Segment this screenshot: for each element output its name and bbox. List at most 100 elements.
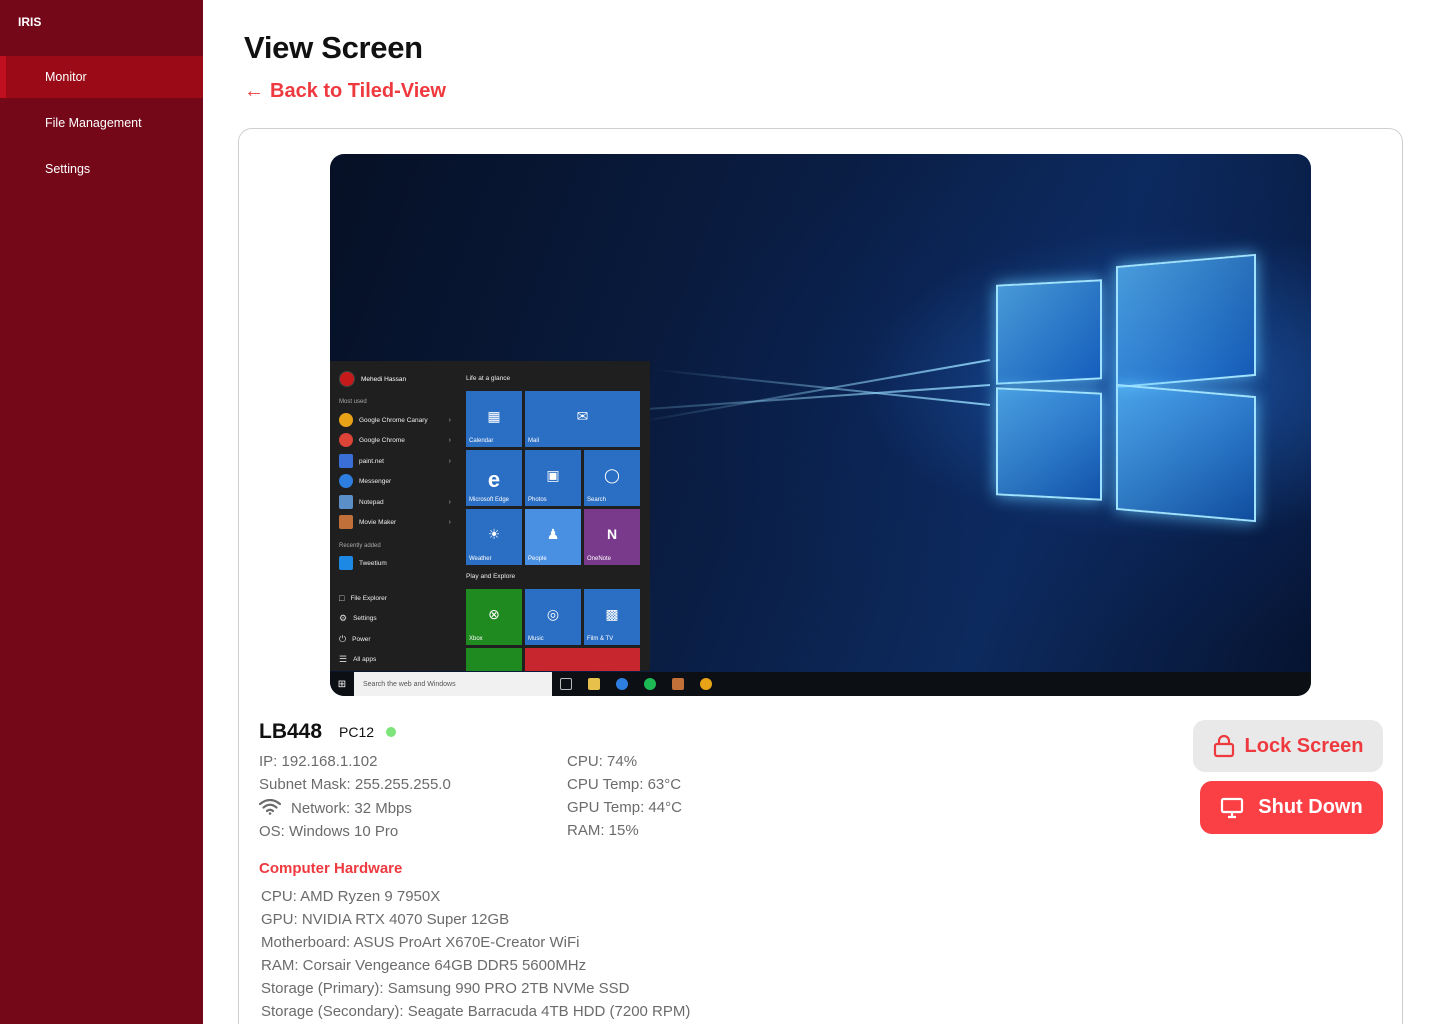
arrow-left-icon: ← — [244, 80, 264, 102]
tweetium-icon — [339, 556, 353, 570]
device-label: PC12 — [339, 724, 375, 740]
chrome-icon — [339, 433, 353, 447]
sidebar-item-label: File Management — [45, 116, 142, 130]
start-item: Notepad › — [339, 495, 451, 509]
start-item: ⚙ Settings — [339, 613, 377, 623]
sidebar-item-monitor[interactable]: Monitor — [0, 56, 203, 98]
start-item: ☰ All apps — [339, 654, 377, 664]
start-item: Google Chrome › — [339, 433, 451, 447]
start-item: □ File Explorer — [339, 593, 387, 603]
chrome-canary-icon — [339, 413, 353, 427]
photos-icon: ▣ — [546, 466, 560, 483]
sidebar-item-file-management[interactable]: File Management — [0, 102, 203, 144]
sidebar-item-label: Monitor — [45, 70, 87, 84]
tile-onenote: N OneNote — [584, 509, 640, 565]
edge-icon: e — [487, 466, 501, 492]
back-to-tiled-view-link[interactable]: ← Back to Tiled-View — [244, 80, 446, 103]
start-item: paint.net › — [339, 454, 451, 468]
app-logo: IRIS — [18, 15, 42, 29]
tile-photos: ▣ Photos — [525, 450, 581, 506]
tile-search: ◯ Search — [584, 450, 640, 506]
recently-added-label: Recently added — [339, 543, 381, 549]
windows-start-icon: ⊞ — [337, 678, 347, 690]
start-item: Google Chrome Canary › — [339, 413, 451, 427]
page-title: View Screen — [244, 30, 423, 65]
windows-logo-pane — [1116, 383, 1256, 523]
xbox-icon: ⊗ — [488, 605, 500, 622]
windows-logo-pane — [996, 387, 1102, 501]
taskbar: ⊞ Search the web and Windows — [330, 672, 1311, 696]
film-icon: ▩ — [605, 605, 619, 622]
start-item: Tweetium — [339, 556, 451, 570]
sidebar-item-label: Settings — [45, 162, 91, 176]
wifi-icon — [259, 799, 281, 815]
task-view-icon — [560, 678, 572, 690]
hardware-item: Storage (Secondary): Seagate Barracuda 4… — [261, 1003, 691, 1020]
folder-icon — [588, 678, 600, 690]
folder-icon: □ — [339, 593, 345, 603]
hardware-item: RAM: Corsair Vengeance 64GB DDR5 5600MHz — [261, 957, 587, 974]
tile-music: ◎ Music — [525, 589, 581, 645]
onenote-icon: N — [606, 525, 618, 542]
lock-screen-button[interactable]: Lock Screen — [1193, 720, 1383, 772]
shut-down-label: Shut Down — [1258, 796, 1363, 818]
device-name: LB448 — [259, 720, 323, 743]
sidebar: IRIS Monitor File Management Settings — [0, 0, 203, 1024]
cpu-usage: CPU: 74% — [567, 753, 638, 770]
user-avatar — [339, 371, 355, 387]
notepad-icon — [339, 495, 353, 509]
start-user: Mehedi Hassan — [339, 371, 406, 387]
power-icon: ⏻ — [339, 634, 347, 644]
movie-maker-icon — [339, 515, 353, 529]
start-item: Movie Maker › — [339, 515, 451, 529]
tiles-header: Play and Explore — [466, 573, 516, 580]
tiles-header: Life at a glance — [466, 375, 511, 382]
most-used-label: Most used — [339, 399, 367, 405]
back-link-label: Back to Tiled-View — [270, 80, 446, 102]
hardware-item: Motherboard: ASUS ProArt X670E-Creator W… — [261, 934, 580, 951]
operating-system: OS: Windows 10 Pro — [259, 823, 399, 840]
wallpaper-beam — [635, 359, 991, 424]
music-icon: ◎ — [546, 605, 560, 622]
paint-net-icon — [339, 454, 353, 468]
chrome-canary-icon — [700, 678, 712, 690]
lock-screen-label: Lock Screen — [1244, 734, 1364, 757]
shut-down-button[interactable]: Shut Down — [1200, 781, 1383, 834]
hardware-section-title: Computer Hardware — [259, 860, 403, 877]
hardware-item: Storage (Primary): Samsung 990 PRO 2TB N… — [261, 980, 630, 997]
gpu-temperature: GPU Temp: 44°C — [567, 799, 682, 816]
tile-film-tv: ▩ Film & TV — [584, 589, 640, 645]
messenger-icon — [616, 678, 628, 690]
online-status-indicator — [386, 727, 396, 737]
tile-partial — [525, 648, 640, 671]
cortana-icon: ◯ — [604, 466, 620, 483]
tile-calendar: ▦ Calendar — [466, 391, 522, 447]
lock-icon — [1213, 734, 1234, 758]
people-icon: ♟ — [546, 525, 560, 542]
messenger-icon — [339, 474, 353, 488]
tile-mail: ✉ Mail — [525, 391, 640, 447]
windows-logo-pane — [996, 279, 1102, 385]
start-item: Messenger — [339, 474, 451, 488]
ip-address: IP: 192.168.1.102 — [259, 753, 378, 770]
gear-icon: ⚙ — [339, 613, 348, 623]
calendar-icon: ▦ — [487, 407, 501, 424]
tile-partial — [466, 648, 522, 671]
hardware-item: GPU: NVIDIA RTX 4070 Super 12GB — [261, 911, 510, 928]
spotify-icon — [644, 678, 656, 690]
ram-usage: RAM: 15% — [567, 822, 639, 839]
subnet-mask: Subnet Mask: 255.255.255.0 — [259, 776, 451, 793]
start-menu: Mehedi Hassan Most used Google Chrome Ca… — [330, 361, 650, 671]
windows-logo-pane — [1116, 253, 1256, 389]
list-icon: ☰ — [339, 654, 348, 664]
movie-maker-icon — [672, 678, 684, 690]
remote-screen-preview[interactable]: Mehedi Hassan Most used Google Chrome Ca… — [330, 154, 1311, 696]
network-speed: Network: 32 Mbps — [291, 800, 412, 817]
sidebar-item-settings[interactable]: Settings — [0, 148, 203, 190]
sun-icon: ☀ — [487, 525, 501, 542]
cpu-temperature: CPU Temp: 63°C — [567, 776, 682, 793]
start-item: ⏻ Power — [339, 634, 371, 644]
mail-icon: ✉ — [576, 407, 589, 424]
hardware-item: CPU: AMD Ryzen 9 7950X — [261, 888, 441, 905]
monitor-icon — [1221, 797, 1244, 818]
